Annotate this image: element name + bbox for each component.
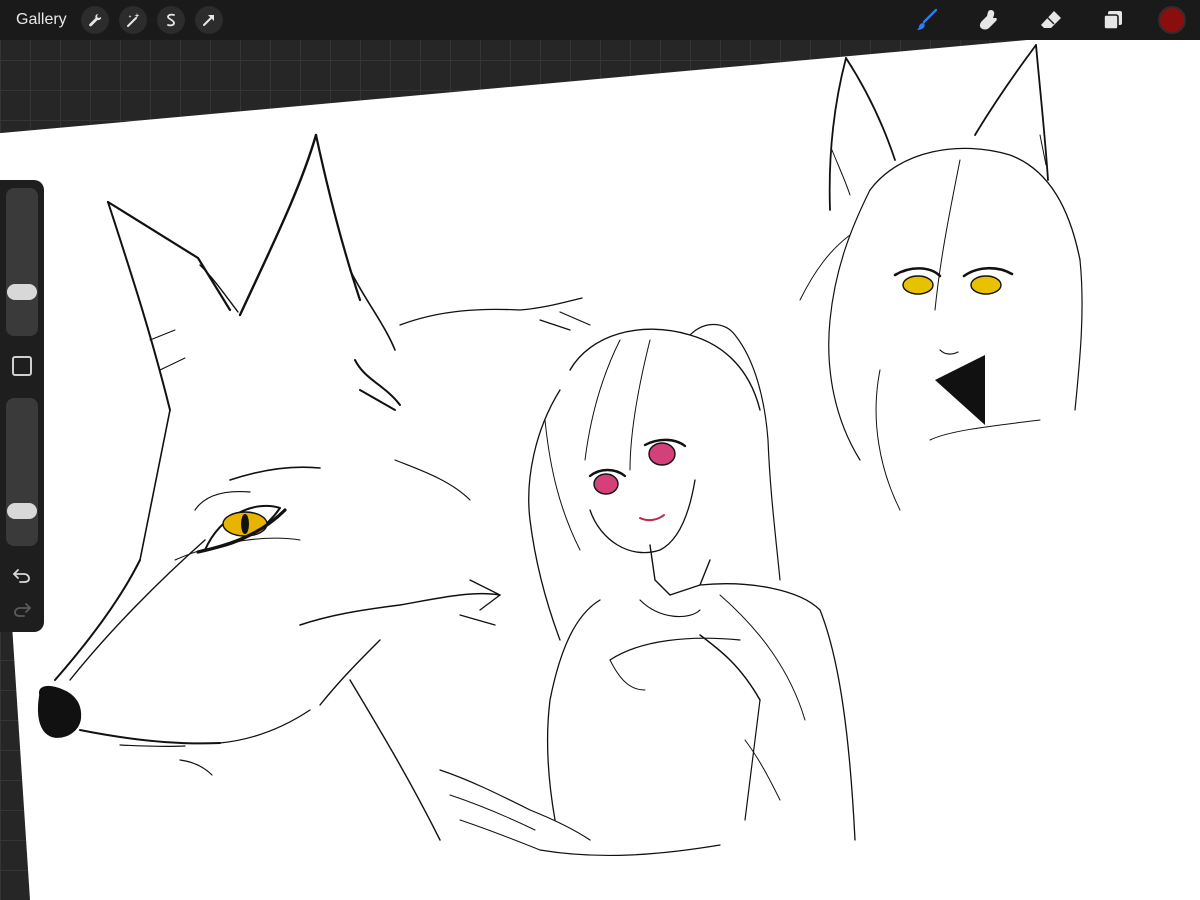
gallery-button[interactable]: Gallery xyxy=(16,11,67,29)
magic-wand-icon xyxy=(126,13,140,27)
opacity-knob[interactable] xyxy=(7,503,37,519)
erase-tool-button[interactable] xyxy=(1034,3,1068,37)
undo-button[interactable] xyxy=(10,564,34,586)
transform-button[interactable] xyxy=(194,6,223,34)
layers-button[interactable] xyxy=(1096,3,1130,37)
transform-arrow-icon xyxy=(202,15,214,26)
smudge-tool-button[interactable] xyxy=(972,3,1006,37)
paint-tool-button[interactable] xyxy=(910,3,944,37)
girl-eye-right xyxy=(648,442,676,466)
color-picker-button[interactable] xyxy=(1158,6,1186,34)
right-toolbar xyxy=(910,0,1200,40)
brush-icon xyxy=(917,8,938,30)
drawing-canvas[interactable] xyxy=(0,40,1200,900)
brush-size-knob[interactable] xyxy=(7,283,37,300)
adjustments-button[interactable] xyxy=(118,6,147,34)
artwork xyxy=(0,40,1200,900)
layers-icon xyxy=(1103,11,1122,30)
selection-icon xyxy=(166,13,175,27)
modify-button[interactable] xyxy=(12,356,32,376)
selection-button[interactable] xyxy=(156,6,185,34)
opacity-slider[interactable] xyxy=(6,398,38,546)
fox-girl-eye-right xyxy=(970,275,1002,295)
actions-button[interactable] xyxy=(80,6,109,34)
eraser-icon xyxy=(1041,11,1061,28)
left-sidebar xyxy=(0,180,44,632)
top-toolbar: Gallery xyxy=(0,0,1200,40)
undo-icon xyxy=(13,569,30,583)
redo-button[interactable] xyxy=(10,598,34,620)
fox-girl-eye-left xyxy=(902,275,934,295)
wrench-icon xyxy=(88,14,101,27)
brush-size-slider[interactable] xyxy=(6,188,38,336)
redo-icon xyxy=(14,603,31,617)
girl-eye-left xyxy=(593,473,619,495)
smudge-icon xyxy=(979,10,997,30)
